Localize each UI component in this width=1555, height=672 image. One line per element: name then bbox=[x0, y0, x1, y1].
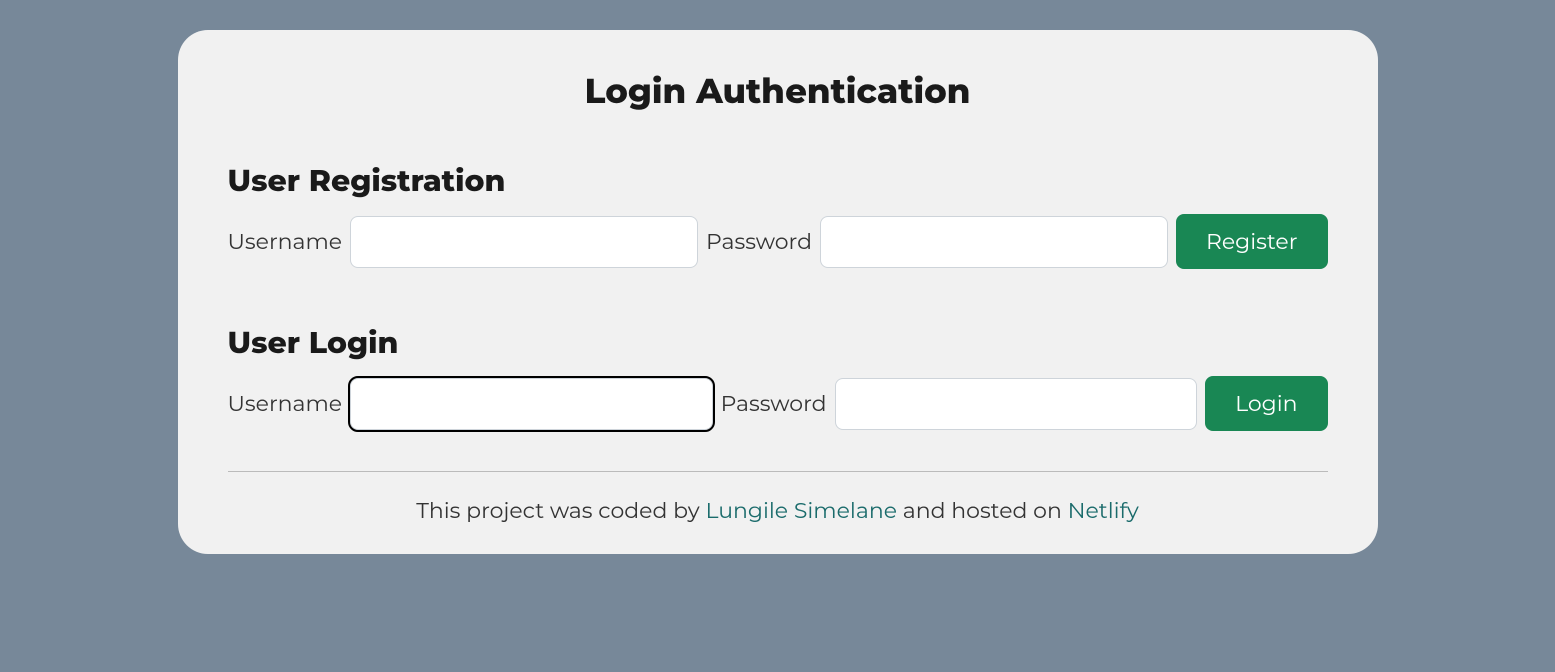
footer-text: This project was coded by Lungile Simela… bbox=[228, 497, 1328, 524]
footer-prefix: This project was coded by bbox=[416, 497, 705, 524]
login-password-input[interactable] bbox=[835, 378, 1198, 430]
reg-username-input[interactable] bbox=[350, 216, 698, 268]
login-username-input[interactable] bbox=[350, 378, 713, 430]
login-form: Username Password Login bbox=[228, 376, 1328, 431]
footer-middle: and hosted on bbox=[897, 497, 1068, 524]
page-title: Login Authentication bbox=[228, 70, 1328, 112]
registration-form: Username Password Register bbox=[228, 214, 1328, 269]
login-password-label: Password bbox=[721, 390, 827, 417]
host-link[interactable]: Netlify bbox=[1068, 497, 1139, 524]
login-button[interactable]: Login bbox=[1205, 376, 1327, 431]
register-button[interactable]: Register bbox=[1176, 214, 1328, 269]
login-username-label: Username bbox=[228, 390, 343, 417]
reg-username-label: Username bbox=[228, 228, 343, 255]
author-link[interactable]: Lungile Simelane bbox=[705, 497, 897, 524]
reg-password-label: Password bbox=[706, 228, 812, 255]
login-heading: User Login bbox=[228, 324, 1328, 361]
reg-password-input[interactable] bbox=[820, 216, 1168, 268]
registration-heading: User Registration bbox=[228, 162, 1328, 199]
auth-card: Login Authentication User Registration U… bbox=[178, 30, 1378, 554]
divider bbox=[228, 471, 1328, 472]
